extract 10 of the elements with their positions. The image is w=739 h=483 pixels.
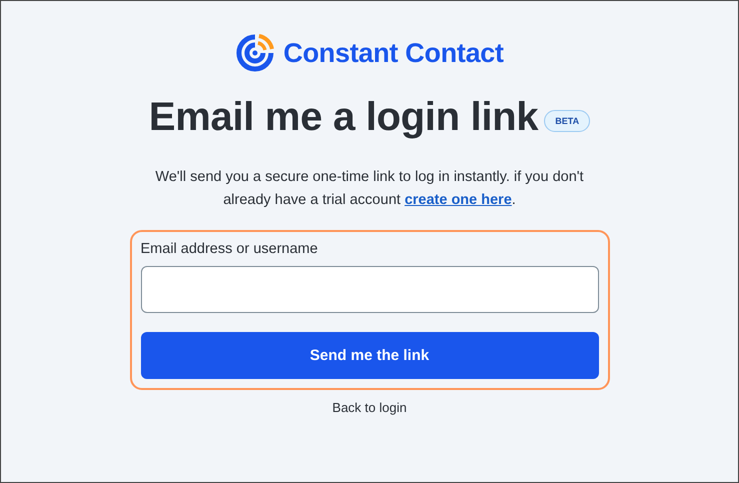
description-text: We'll send you a secure one-time link to log in instantly. if you don't already have a trial account create one here. [154, 168, 585, 210]
send-link-button[interactable]: Send me the link [140, 332, 598, 379]
logo-text: Constant Contact [283, 38, 504, 68]
email-label: Email address or username [140, 241, 319, 257]
email-field[interactable] [140, 266, 598, 313]
page-title: Email me a login link [148, 95, 538, 140]
back-to-login-link[interactable]: Back to login [332, 400, 407, 415]
logo-icon [235, 33, 276, 73]
beta-badge: BETA [544, 110, 590, 132]
create-account-link[interactable]: create one here [404, 192, 512, 208]
